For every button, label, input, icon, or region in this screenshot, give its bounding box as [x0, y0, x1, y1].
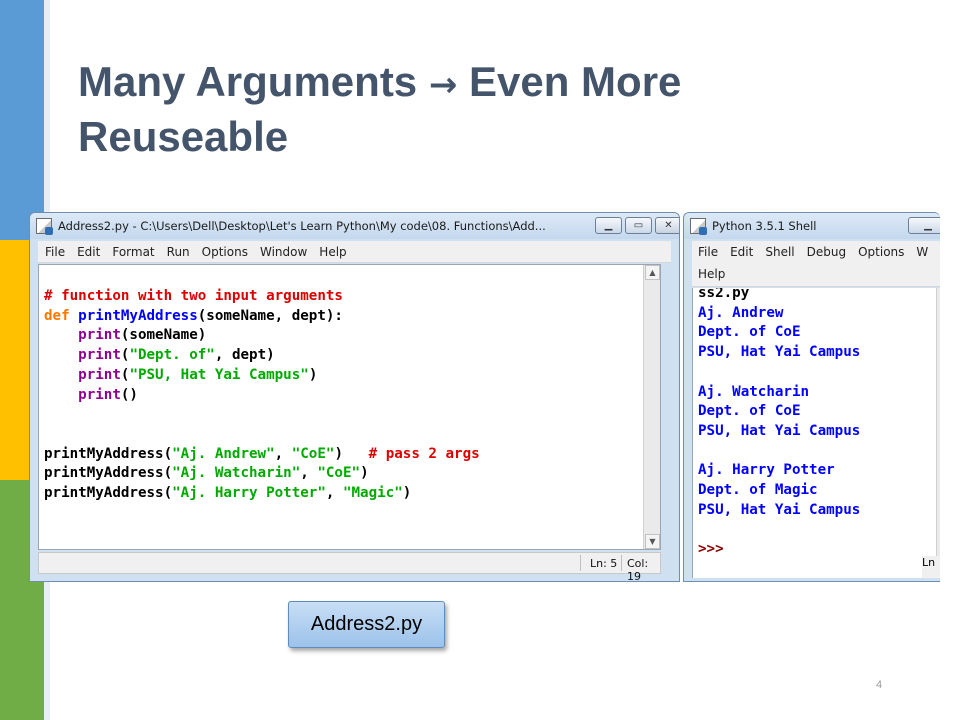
builtin-print: print — [78, 327, 121, 344]
menu-window[interactable]: Window — [260, 245, 307, 259]
shell-text: ss2.py Aj. Andrew Dept. of CoE PSU, Hat … — [698, 288, 860, 560]
shell-output-line: Aj. Harry Potter — [698, 462, 835, 479]
scroll-down-arrow-icon[interactable]: ▼ — [645, 534, 660, 549]
minimize-button[interactable]: ▁ — [595, 217, 622, 234]
title-part-2: Even More — [457, 58, 682, 105]
function-call: printMyAddress( — [44, 465, 173, 482]
string-literal: "CoE" — [317, 465, 361, 482]
python-shell-icon — [690, 218, 707, 235]
editor-titlebar[interactable]: Address2.py - C:\Users\Dell\Desktop\Let'… — [30, 213, 679, 239]
code-text: # function with two input arguments def … — [44, 288, 480, 502]
function-call: printMyAddress( — [44, 445, 173, 462]
builtin-print: print — [78, 366, 121, 383]
status-line: Ln: 5 — [590, 557, 618, 570]
print-args: (someName) — [120, 327, 207, 344]
string-literal: "Aj. Watcharin" — [172, 465, 301, 482]
shell-menu-shell[interactable]: Shell — [765, 245, 794, 259]
editor-window-title: Address2.py - C:\Users\Dell\Desktop\Let'… — [58, 219, 546, 233]
editor-statusbar: Ln: 5 Col: 19 — [38, 552, 661, 581]
shell-output-line: PSU, Hat Yai Campus — [698, 344, 861, 361]
code-comment: # pass 2 args — [368, 445, 480, 462]
editor-vertical-scrollbar[interactable]: ▲ ▼ — [643, 265, 660, 549]
shell-window-title: Python 3.5.1 Shell — [712, 219, 817, 233]
shell-scrollbar[interactable] — [936, 288, 940, 578]
string-literal: "Magic" — [342, 485, 403, 502]
shell-output-line: Dept. of CoE — [698, 403, 801, 420]
page-number: 4 — [876, 679, 883, 691]
shell-menu-debug[interactable]: Debug — [807, 245, 846, 259]
right-arrow-icon: → — [428, 65, 458, 105]
maximize-button[interactable]: ▭ — [625, 217, 652, 234]
editor-menubar: File Edit Format Run Options Window Help — [38, 241, 671, 263]
status-divider — [580, 555, 581, 571]
keyword-def: def — [44, 307, 70, 324]
string-literal: "CoE" — [291, 445, 335, 462]
builtin-print: print — [78, 386, 121, 403]
menu-options[interactable]: Options — [202, 245, 248, 259]
menu-format[interactable]: Format — [112, 245, 154, 259]
print-args: () — [120, 386, 138, 403]
status-column: Col: 19 — [627, 557, 649, 582]
accent-stripe-blue — [0, 0, 44, 240]
shell-prompt: >>> — [698, 541, 724, 558]
shell-menu-options[interactable]: Options — [858, 245, 904, 259]
shell-menu-file[interactable]: File — [698, 245, 718, 259]
shell-output-line: Aj. Andrew — [698, 304, 784, 321]
code-editor[interactable]: # function with two input arguments def … — [38, 264, 661, 550]
shell-output-line: Dept. of CoE — [698, 324, 801, 341]
string-literal: "Aj. Andrew" — [172, 445, 275, 462]
menu-file[interactable]: File — [45, 245, 65, 259]
menu-help[interactable]: Help — [319, 245, 346, 259]
builtin-print: print — [78, 347, 121, 364]
code-comment: # function with two input arguments — [44, 288, 343, 304]
shell-menu-help[interactable]: Help — [698, 267, 725, 281]
filename-caption: Address2.py — [288, 601, 445, 648]
shell-output-line: Dept. of Magic — [698, 482, 818, 499]
print-args: , dept) — [214, 347, 275, 364]
shell-output-line: Aj. Watcharin — [698, 383, 810, 400]
function-call: printMyAddress( — [44, 485, 173, 502]
shell-titlebar[interactable]: Python 3.5.1 Shell — [684, 213, 940, 239]
function-name: printMyAddress — [78, 307, 198, 324]
def-params: (someName, dept): — [197, 307, 343, 324]
menu-edit[interactable]: Edit — [77, 245, 100, 259]
status-divider — [621, 555, 622, 571]
shell-output-line: PSU, Hat Yai Campus — [698, 501, 861, 518]
shell-window: Python 3.5.1 Shell ▁ File Edit Shell Deb… — [683, 212, 940, 582]
title-part-1: Many Arguments — [78, 58, 429, 105]
shell-status-line: Ln — [922, 556, 940, 578]
close-button[interactable]: ✕ — [655, 217, 679, 234]
slide-title: Many Arguments → Even More Reuseable — [78, 56, 898, 163]
string-literal: "PSU, Hat Yai Campus" — [129, 366, 309, 383]
string-literal: "Aj. Harry Potter" — [172, 485, 326, 502]
string-literal: "Dept. of" — [129, 347, 215, 364]
shell-minimize-button[interactable]: ▁ — [908, 217, 940, 234]
shell-menu-edit[interactable]: Edit — [730, 245, 753, 259]
shell-output-line: PSU, Hat Yai Campus — [698, 422, 861, 439]
title-part-3: Reuseable — [78, 113, 289, 160]
idle-file-icon — [36, 218, 53, 235]
shell-menu-window[interactable]: W — [916, 245, 928, 259]
shell-output-line: ss2.py — [698, 288, 750, 301]
shell-menubar: File Edit Shell Debug Options W Help — [692, 241, 940, 287]
scroll-up-arrow-icon[interactable]: ▲ — [645, 265, 660, 280]
menu-run[interactable]: Run — [167, 245, 190, 259]
shell-output[interactable]: ss2.py Aj. Andrew Dept. of CoE PSU, Hat … — [692, 288, 940, 578]
editor-window: Address2.py - C:\Users\Dell\Desktop\Let'… — [29, 212, 680, 582]
